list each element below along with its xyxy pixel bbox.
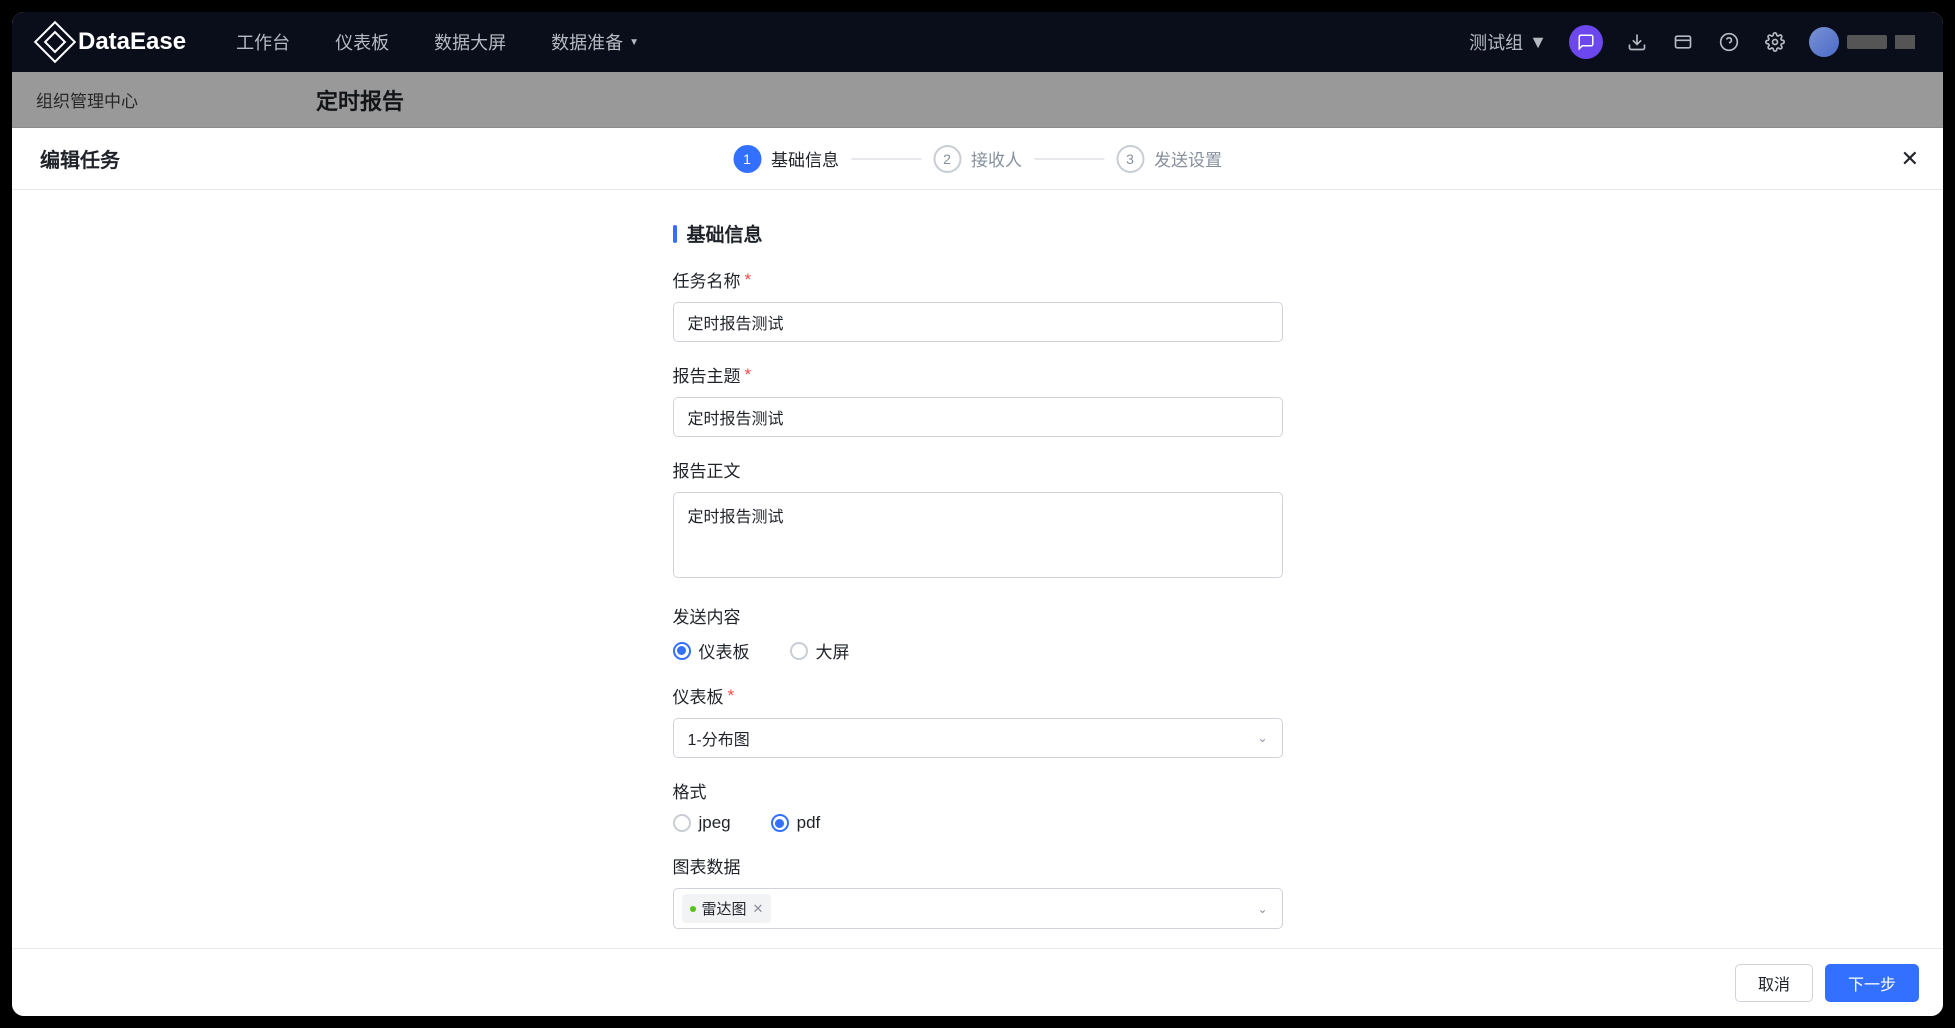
field-label: 发送内容 — [673, 603, 741, 628]
download-icon[interactable] — [1625, 30, 1649, 54]
brand-text: DataEase — [78, 28, 186, 56]
required-star: * — [745, 365, 752, 385]
selected-tag: 雷达图 ✕ — [682, 894, 772, 923]
radio-dot-icon — [673, 814, 691, 832]
nav-items: 工作台 仪表板 数据大屏 数据准备 ▼ — [236, 29, 639, 55]
chevron-down-icon: ⌄ — [1257, 731, 1267, 745]
field-label: 格式 — [673, 778, 707, 803]
tag-label: 雷达图 — [702, 898, 747, 919]
step-circle: 1 — [733, 145, 761, 173]
step-circle: 3 — [1116, 145, 1144, 173]
step-1[interactable]: 1 基础信息 — [733, 145, 839, 173]
field-label: 报告正文 — [673, 457, 741, 482]
field-label: 报告主题 — [673, 362, 741, 387]
next-button[interactable]: 下一步 — [1825, 964, 1919, 1002]
field-format: 格式 jpeg pdf — [673, 778, 1283, 833]
nav-dataprep[interactable]: 数据准备 ▼ — [551, 29, 639, 55]
dashboard-select[interactable]: 1-分布图 ⌄ — [673, 718, 1283, 758]
nav-dashboard[interactable]: 仪表板 — [335, 29, 389, 55]
user-menu[interactable] — [1809, 27, 1915, 57]
section-title: 基础信息 — [687, 220, 763, 247]
field-label: 图表数据 — [673, 853, 741, 878]
avatar — [1809, 27, 1839, 57]
org-selector[interactable]: 测试组 ▼ — [1469, 29, 1547, 55]
modal-panel: 编辑任务 1 基础信息 2 接收人 3 发送设置 — [12, 128, 1943, 1016]
radio-label: 大屏 — [816, 638, 850, 663]
radio-jpeg[interactable]: jpeg — [673, 813, 731, 833]
field-report-body: 报告正文 — [673, 457, 1283, 583]
chevron-down-icon: ⌄ — [1257, 902, 1267, 916]
radio-label: pdf — [797, 813, 821, 833]
inbox-icon[interactable] — [1671, 30, 1695, 54]
radio-dot-icon — [771, 814, 789, 832]
format-radio-group: jpeg pdf — [673, 813, 1283, 833]
close-icon[interactable]: ✕ — [1901, 146, 1919, 172]
radio-dashboard[interactable]: 仪表板 — [673, 638, 750, 663]
radio-label: 仪表板 — [699, 638, 750, 663]
field-task-name: 任务名称 * — [673, 267, 1283, 342]
radio-dot-icon — [790, 642, 808, 660]
modal-header: 编辑任务 1 基础信息 2 接收人 3 发送设置 — [12, 128, 1943, 190]
brand-logo[interactable]: DataEase — [40, 27, 186, 57]
select-value: 1-分布图 — [688, 726, 750, 750]
step-label: 基础信息 — [771, 146, 839, 171]
nav-workbench[interactable]: 工作台 — [236, 29, 290, 55]
field-dashboard: 仪表板 * 1-分布图 ⌄ — [673, 683, 1283, 758]
radio-pdf[interactable]: pdf — [771, 813, 821, 833]
modal-footer: 取消 下一步 — [12, 948, 1943, 1016]
send-content-radio-group: 仪表板 大屏 — [673, 638, 1283, 663]
report-subject-input[interactable] — [673, 397, 1283, 437]
field-report-subject: 报告主题 * — [673, 362, 1283, 437]
required-star: * — [728, 686, 735, 706]
wizard-steps: 1 基础信息 2 接收人 3 发送设置 — [733, 145, 1222, 173]
radio-dot-icon — [673, 642, 691, 660]
radio-screen[interactable]: 大屏 — [790, 638, 850, 663]
step-circle: 2 — [933, 145, 961, 173]
field-label: 任务名称 — [673, 267, 741, 292]
section-header: 基础信息 — [673, 220, 1283, 247]
user-name-redacted — [1847, 35, 1887, 49]
step-2[interactable]: 2 接收人 — [933, 145, 1022, 173]
modal-body: 基础信息 任务名称 * 报告主题 * — [12, 190, 1943, 948]
step-label: 发送设置 — [1154, 146, 1222, 171]
step-3[interactable]: 3 发送设置 — [1116, 145, 1222, 173]
flag-icon — [1895, 35, 1915, 49]
logo-icon — [34, 21, 76, 63]
required-star: * — [745, 270, 752, 290]
help-icon[interactable] — [1717, 30, 1741, 54]
tag-remove-icon[interactable]: ✕ — [753, 901, 764, 917]
field-label: 仪表板 — [673, 683, 724, 708]
radio-label: jpeg — [699, 813, 731, 833]
top-navbar: DataEase 工作台 仪表板 数据大屏 数据准备 ▼ 测试组 ▼ — [12, 12, 1943, 72]
task-name-input[interactable] — [673, 302, 1283, 342]
field-send-content: 发送内容 仪表板 大屏 — [673, 603, 1283, 663]
step-connector — [1034, 158, 1104, 160]
step-label: 接收人 — [971, 146, 1022, 171]
chevron-down-icon: ▼ — [629, 37, 639, 48]
step-connector — [851, 158, 921, 160]
settings-icon[interactable] — [1763, 30, 1787, 54]
nav-right: 测试组 ▼ — [1469, 25, 1915, 59]
chat-icon[interactable] — [1569, 25, 1603, 59]
chart-data-select[interactable]: 雷达图 ✕ ⌄ — [673, 888, 1283, 929]
modal-title: 编辑任务 — [40, 144, 120, 173]
tag-dot-icon — [690, 906, 696, 912]
nav-datascreen[interactable]: 数据大屏 — [434, 29, 506, 55]
chevron-down-icon: ▼ — [1529, 32, 1547, 53]
report-body-textarea[interactable] — [673, 492, 1283, 578]
field-chart-data: 图表数据 雷达图 ✕ ⌄ — [673, 853, 1283, 929]
section-bar-icon — [673, 225, 677, 243]
form: 基础信息 任务名称 * 报告主题 * — [673, 220, 1283, 948]
cancel-button[interactable]: 取消 — [1735, 964, 1813, 1002]
